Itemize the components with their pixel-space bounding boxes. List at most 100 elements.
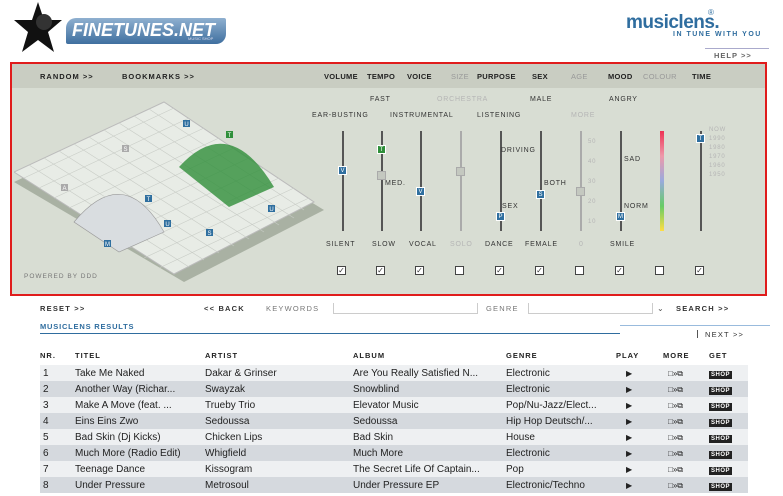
popup-icon[interactable]: ⧉ <box>677 385 683 394</box>
age-tick: 30 <box>588 179 597 185</box>
table-row[interactable]: 5 Bad Skin (Dj Kicks) Chicken Lips Bad Skin… <box>40 429 748 445</box>
checkbox-mood[interactable]: ✓ <box>615 266 624 275</box>
shop-button[interactable]: SHOP <box>709 434 733 443</box>
cell-play: ▶ <box>616 413 663 429</box>
slider-colour[interactable] <box>660 131 664 231</box>
slider-knob-tempo[interactable]: T <box>377 145 386 154</box>
checkbox-colour[interactable] <box>655 266 664 275</box>
param-mood[interactable]: MOOD <box>608 72 633 81</box>
table-row[interactable]: 4 Eins Eins Zwo Sedoussa Sedoussa Hip Hop De… <box>40 413 748 429</box>
keywords-input[interactable] <box>333 303 478 314</box>
play-icon[interactable]: ▶ <box>616 369 632 378</box>
popup-icon[interactable]: ⧉ <box>677 481 683 490</box>
column-header[interactable]: GET <box>709 345 748 365</box>
table-row[interactable]: 7 Teenage Dance Kissogram The Secret Life O… <box>40 461 748 477</box>
param-volume[interactable]: VOLUME <box>324 72 358 81</box>
column-header[interactable]: TITEL <box>75 345 205 365</box>
music-map[interactable]: U T S A T U U S M <box>14 92 324 288</box>
slider-knob-sex[interactable]: S <box>536 190 545 199</box>
table-row[interactable]: 1 Take Me Naked Dakar & Grinser Are You Rea… <box>40 365 748 381</box>
param-purpose[interactable]: PURPOSE <box>477 72 516 81</box>
param-voice[interactable]: VOICE <box>407 72 432 81</box>
table-row[interactable]: 3 Make A Move (feat. ... Trueby Trio Elevat… <box>40 397 748 413</box>
popup-icon[interactable]: ⧉ <box>677 433 683 442</box>
slider-knob-size[interactable] <box>456 167 465 176</box>
random-link[interactable]: RANDOM >> <box>40 72 94 81</box>
play-icon[interactable]: ▶ <box>616 481 632 490</box>
checkbox-volume[interactable]: ✓ <box>337 266 346 275</box>
play-icon[interactable]: ▶ <box>616 385 632 394</box>
slider-age[interactable] <box>580 131 582 231</box>
table-row[interactable]: 2 Another Way (Richar... Swayzak Snowblind E… <box>40 381 748 397</box>
bookmark-icon[interactable]: □» <box>663 433 677 442</box>
popup-icon[interactable]: ⧉ <box>677 369 683 378</box>
slider-knob-mood[interactable]: M <box>616 212 625 221</box>
param-time[interactable]: TIME <box>692 72 711 81</box>
column-header[interactable]: PLAY <box>616 345 663 365</box>
shop-button[interactable]: SHOP <box>709 466 733 475</box>
param-sex[interactable]: SEX <box>532 72 548 81</box>
popup-icon[interactable]: ⧉ <box>677 417 683 426</box>
next-link[interactable]: NEXT >> <box>705 330 744 339</box>
popup-icon[interactable]: ⧉ <box>677 465 683 474</box>
shop-button[interactable]: SHOP <box>709 386 733 395</box>
bookmark-icon[interactable]: □» <box>663 465 677 474</box>
slider-size[interactable] <box>460 131 462 231</box>
bookmark-icon[interactable]: □» <box>663 481 677 490</box>
checkbox-purpose[interactable]: ✓ <box>495 266 504 275</box>
play-icon[interactable]: ▶ <box>616 449 632 458</box>
column-header[interactable]: ALBUM <box>353 345 506 365</box>
shop-button[interactable]: SHOP <box>709 370 733 379</box>
genre-select[interactable] <box>528 303 653 314</box>
genre-label: GENRE <box>486 304 519 313</box>
play-icon[interactable]: ▶ <box>616 465 632 474</box>
column-header[interactable]: MORE <box>663 345 709 365</box>
table-row[interactable]: 6 Much More (Radio Edit) Whigfield Much Mor… <box>40 445 748 461</box>
popup-icon[interactable]: ⧉ <box>677 449 683 458</box>
column-header[interactable]: GENRE <box>506 345 616 365</box>
play-icon[interactable]: ▶ <box>616 417 632 426</box>
bookmark-icon[interactable]: □» <box>663 385 677 394</box>
search-button[interactable]: SEARCH >> <box>676 304 729 313</box>
shop-button[interactable]: SHOP <box>709 450 733 459</box>
shop-button[interactable]: SHOP <box>709 402 733 411</box>
play-icon[interactable]: ▶ <box>616 401 632 410</box>
checkbox-tempo[interactable]: ✓ <box>376 266 385 275</box>
help-link[interactable]: HELP >> <box>714 51 752 60</box>
slider-volume[interactable] <box>342 131 344 231</box>
param-age[interactable]: AGE <box>571 72 588 81</box>
slider-knob-age[interactable] <box>576 187 585 196</box>
checkbox-voice[interactable]: ✓ <box>415 266 424 275</box>
slider-knob-purpose[interactable]: P <box>496 212 505 221</box>
param-colour[interactable]: COLOUR <box>643 72 677 81</box>
slider-knob-voice[interactable]: V <box>416 187 425 196</box>
checkbox-time[interactable]: ✓ <box>695 266 704 275</box>
shop-button[interactable]: SHOP <box>709 482 733 491</box>
bookmark-icon[interactable]: □» <box>663 417 677 426</box>
checkbox-size[interactable] <box>455 266 464 275</box>
param-tempo[interactable]: TEMPO <box>367 72 395 81</box>
back-button[interactable]: << BACK <box>204 304 245 313</box>
bookmark-icon[interactable]: □» <box>663 401 677 410</box>
slider-time[interactable] <box>700 131 702 231</box>
checkbox-sex[interactable]: ✓ <box>535 266 544 275</box>
bookmark-icon[interactable]: □» <box>663 369 677 378</box>
column-header[interactable]: ARTIST <box>205 345 353 365</box>
slider-sex[interactable] <box>540 131 542 231</box>
slider-knob-time[interactable]: T <box>696 134 705 143</box>
play-icon[interactable]: ▶ <box>616 433 632 442</box>
slider-knob-volume[interactable]: V <box>338 166 347 175</box>
table-row[interactable]: 8 Under Pressure Metrosoul Under Pressure E… <box>40 477 748 493</box>
reset-button[interactable]: RESET >> <box>40 304 85 313</box>
slider-knob-tempo-2[interactable] <box>377 171 386 180</box>
bookmarks-link[interactable]: BOOKMARKS >> <box>122 72 195 81</box>
popup-icon[interactable]: ⧉ <box>677 401 683 410</box>
param-size[interactable]: SIZE <box>451 72 469 81</box>
checkbox-age[interactable] <box>575 266 584 275</box>
cell-nr: 1 <box>40 365 75 381</box>
shop-button[interactable]: SHOP <box>709 418 733 427</box>
slider-voice[interactable] <box>420 131 422 231</box>
bookmark-icon[interactable]: □» <box>663 449 677 458</box>
column-header[interactable]: NR. <box>40 345 75 365</box>
chevron-down-icon[interactable]: ⌄ <box>657 304 664 313</box>
